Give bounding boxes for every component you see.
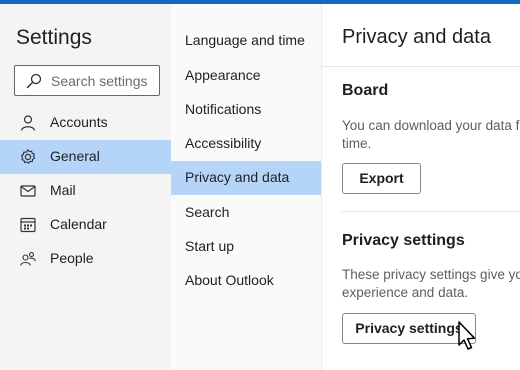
privacy-section-desc-line1: These privacy settings give you bbox=[342, 267, 520, 282]
nav-item-accounts[interactable]: Accounts bbox=[0, 106, 171, 140]
board-section-desc-line2: time. bbox=[342, 136, 372, 151]
subnav-item-privacy-and-data[interactable]: Privacy and data bbox=[171, 161, 321, 195]
privacy-section-title: Privacy settings bbox=[342, 232, 465, 249]
subnav-item-label: Accessibility bbox=[185, 135, 262, 151]
calendar-icon bbox=[20, 217, 36, 233]
nav-item-label: General bbox=[50, 148, 100, 164]
subnav-item-label: Search bbox=[185, 204, 230, 220]
export-button[interactable]: Export bbox=[342, 163, 421, 194]
person-icon bbox=[20, 115, 36, 131]
board-section-title: Board bbox=[342, 82, 389, 99]
page-title: Privacy and data bbox=[342, 26, 491, 48]
settings-nav-pane: Settings Search settings Accounts Genera… bbox=[0, 4, 171, 370]
subnav-item-label: Start up bbox=[185, 238, 235, 254]
search-placeholder: Search settings bbox=[51, 73, 148, 89]
nav-item-calendar[interactable]: Calendar bbox=[0, 208, 171, 242]
subnav-item-label: Appearance bbox=[185, 67, 261, 83]
settings-title: Settings bbox=[16, 26, 92, 49]
nav-item-mail[interactable]: Mail bbox=[0, 174, 171, 208]
subnav-item-search[interactable]: Search bbox=[171, 196, 321, 230]
nav-item-label: People bbox=[50, 250, 94, 266]
header-divider bbox=[322, 66, 520, 67]
subnav-item-accessibility[interactable]: Accessibility bbox=[171, 127, 321, 161]
privacy-settings-button[interactable]: Privacy settings bbox=[342, 313, 476, 344]
subnav-item-label: Privacy and data bbox=[185, 169, 290, 185]
subnav-item-about-outlook[interactable]: About Outlook bbox=[171, 264, 321, 298]
nav-item-general[interactable]: General bbox=[0, 140, 171, 174]
subnav-item-start-up[interactable]: Start up bbox=[171, 230, 321, 264]
settings-content-pane: Privacy and data Board You can download … bbox=[322, 4, 520, 370]
search-icon bbox=[26, 73, 42, 89]
gear-icon bbox=[20, 149, 36, 164]
subnav-item-label: About Outlook bbox=[185, 272, 274, 288]
subnav-item-label: Notifications bbox=[185, 101, 262, 117]
section-divider bbox=[342, 211, 520, 212]
subnav-item-notifications[interactable]: Notifications bbox=[171, 93, 321, 127]
mouse-cursor-icon bbox=[458, 321, 476, 350]
nav-item-label: Calendar bbox=[50, 216, 107, 232]
nav-item-people[interactable]: People bbox=[0, 242, 171, 276]
people-icon bbox=[20, 251, 36, 266]
subnav-item-appearance[interactable]: Appearance bbox=[171, 59, 321, 93]
subnav-item-label: Language and time bbox=[185, 32, 305, 48]
board-section-desc-line1: You can download your data fr bbox=[342, 118, 520, 133]
search-input[interactable]: Search settings bbox=[14, 65, 160, 96]
nav-item-label: Mail bbox=[50, 182, 76, 198]
nav-item-label: Accounts bbox=[50, 114, 108, 130]
settings-subnav-pane: Language and time Appearance Notificatio… bbox=[171, 4, 322, 370]
envelope-icon bbox=[20, 185, 36, 197]
subnav-item-language-and-time[interactable]: Language and time bbox=[171, 24, 321, 58]
privacy-section-desc-line2: experience and data. bbox=[342, 285, 469, 300]
